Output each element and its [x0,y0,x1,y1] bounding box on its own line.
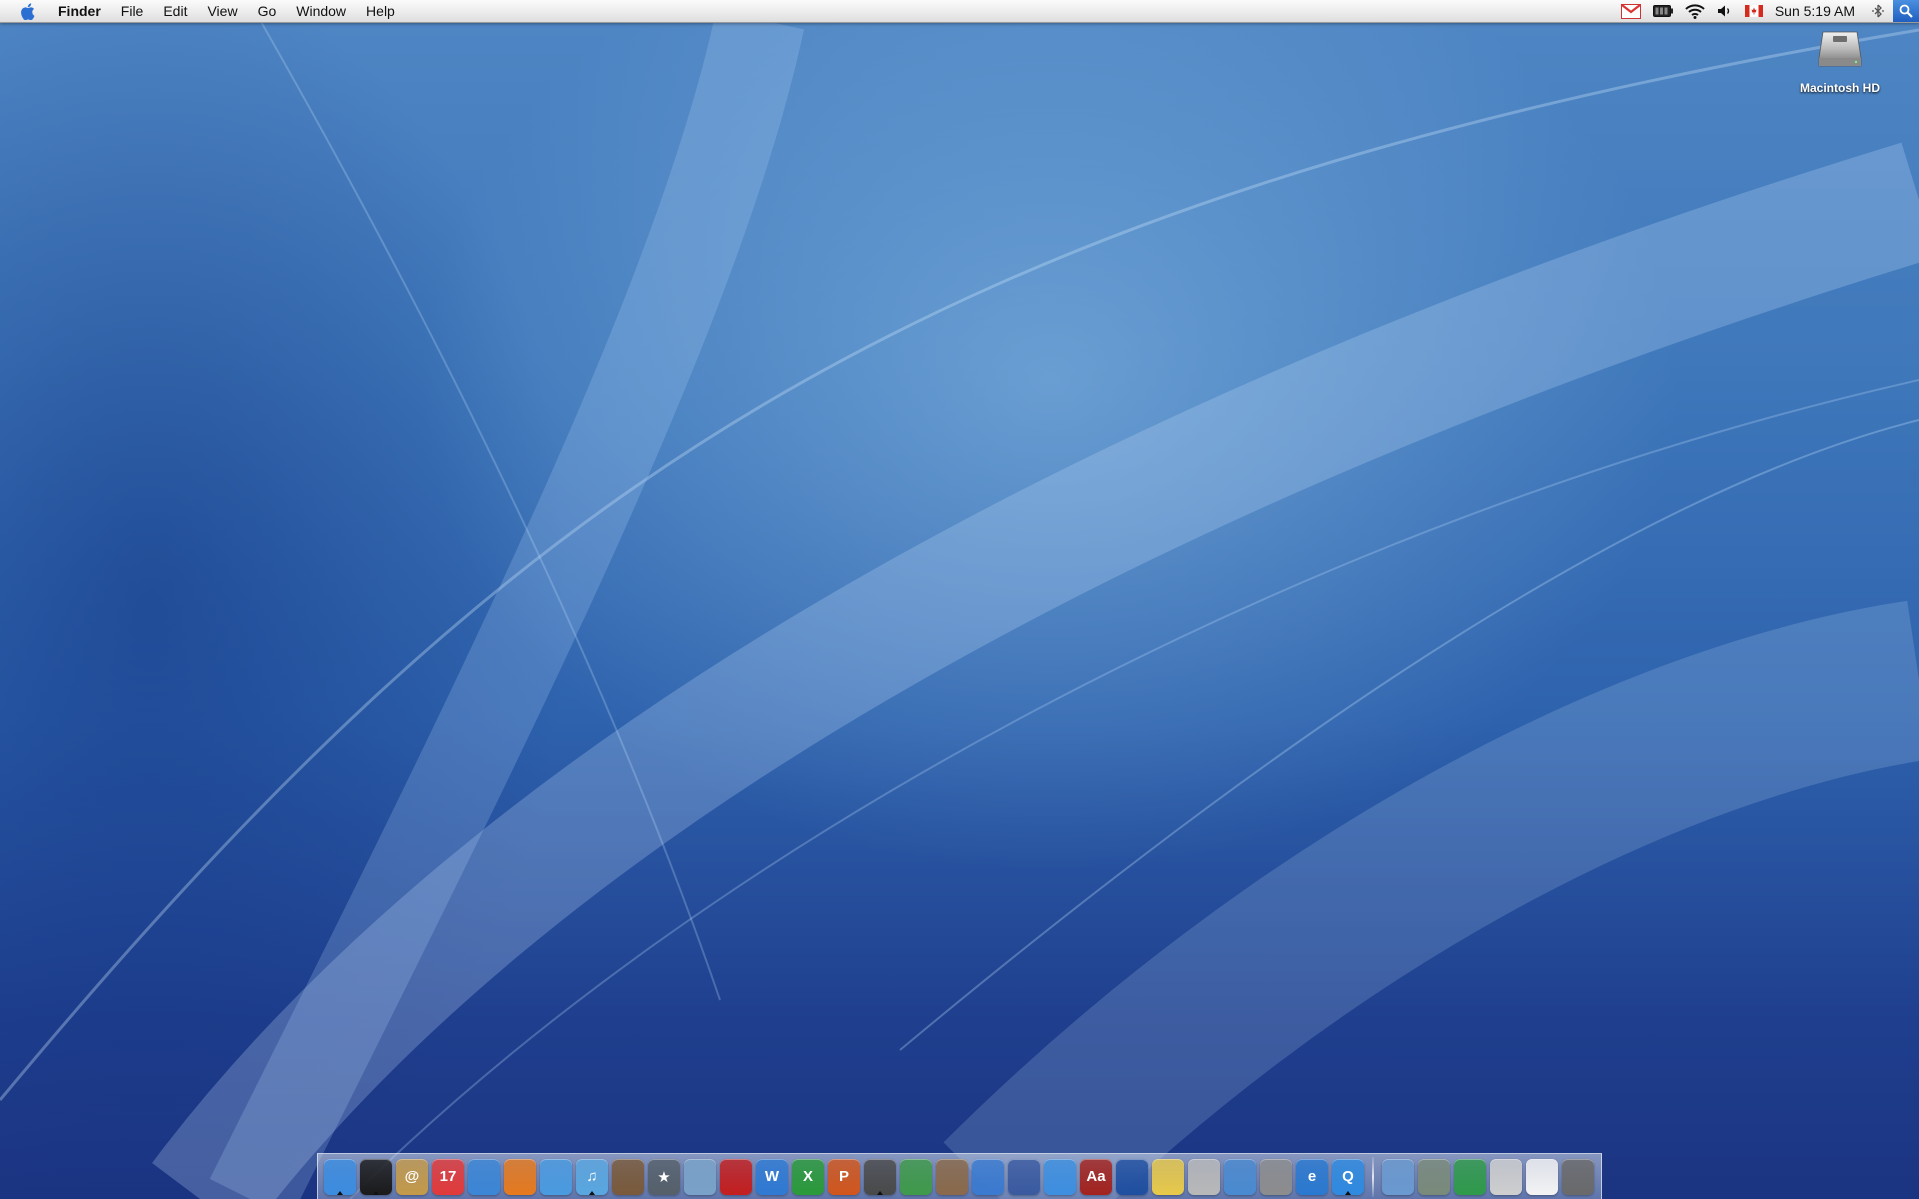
spotlight-icon[interactable] [1893,0,1919,22]
dock-document-stack-icon[interactable] [1454,1158,1486,1195]
dock-dictionary-icon[interactable]: Aa [1080,1158,1112,1195]
desktop-icon-macintosh-hd[interactable]: Macintosh HD [1795,28,1885,95]
menu-file[interactable]: File [111,0,154,22]
dock-photo-booth-icon[interactable] [720,1158,752,1195]
dock-google-earth-icon[interactable] [1116,1158,1148,1195]
menu-go[interactable]: Go [248,0,287,22]
dock-imovie-icon[interactable]: ★ [648,1158,680,1195]
dock-safari-icon[interactable] [468,1158,500,1195]
dock-trash-icon[interactable] [1562,1158,1594,1195]
dock-textedit-icon[interactable] [1188,1158,1220,1195]
desktop-icon-label: Macintosh HD [1799,81,1880,95]
menu-help[interactable]: Help [356,0,405,22]
dock: @17 ♫ ★ W X P Aa e Q [317,1153,1602,1199]
dock-finder-icon[interactable] [324,1158,356,1195]
wifi-icon[interactable] [1685,0,1705,22]
volume-icon[interactable] [1717,0,1733,22]
dock-numbers-icon[interactable] [900,1158,932,1195]
dock-quicktime-icon[interactable]: Q [1332,1158,1364,1195]
dock-firefox-icon[interactable] [504,1158,536,1195]
gmail-icon[interactable] [1620,0,1641,22]
dock-downloads-stack-icon[interactable] [1418,1158,1450,1195]
dock-separator[interactable] [1372,1156,1374,1197]
battery-icon[interactable] [1652,0,1673,22]
dock-text-document-icon[interactable] [1526,1158,1558,1195]
dock-applications-folder-icon[interactable] [1382,1158,1414,1195]
dock-screenshot-stack-icon[interactable] [1490,1158,1522,1195]
menu-extras: Sun 5:19 AM [1615,0,1919,22]
menu-finder[interactable]: Finder [54,0,111,22]
dock-word-icon[interactable]: W [756,1158,788,1195]
dock-keynote-icon[interactable] [936,1158,968,1195]
hard-drive-icon [1818,31,1862,67]
bluetooth-icon[interactable] [1871,0,1885,22]
dock-itunes-icon[interactable]: ♫ [576,1158,608,1195]
menu-view[interactable]: View [197,0,247,22]
menu-bar: Finder File Edit View Go Window Help Sun… [0,0,1919,23]
wallpaper [0,10,1919,1199]
dock-excel-icon[interactable]: X [792,1158,824,1195]
dock-preview-icon[interactable] [684,1158,716,1195]
canada-flag-icon[interactable] [1744,0,1763,22]
dock-network-utility-icon[interactable] [540,1158,572,1195]
dock-stickies-icon[interactable] [1152,1158,1184,1195]
dock-ical-icon[interactable]: 17 [432,1158,464,1195]
dock-iphoto-icon[interactable] [612,1158,644,1195]
dock-script-editor-icon[interactable] [864,1158,896,1195]
dock-calculator-icon[interactable] [1260,1158,1292,1195]
dock-dashboard-icon[interactable] [360,1158,392,1195]
dock-messenger-icon[interactable] [972,1158,1004,1195]
dock-automator-icon[interactable] [1008,1158,1040,1195]
menu-window[interactable]: Window [286,0,356,22]
dock-iweb-icon[interactable] [1224,1158,1256,1195]
apple-logo-icon[interactable] [18,2,36,20]
dock-internet-explorer-icon[interactable]: e [1296,1158,1328,1195]
menu-clock[interactable]: Sun 5:19 AM [1775,3,1855,19]
dock-powerpoint-icon[interactable]: P [828,1158,860,1195]
dock-ichat-icon[interactable] [1044,1158,1076,1195]
desktop: Finder File Edit View Go Window Help Sun… [0,0,1919,1199]
menu-edit[interactable]: Edit [153,0,197,22]
dock-address-book-icon[interactable]: @ [396,1158,428,1195]
